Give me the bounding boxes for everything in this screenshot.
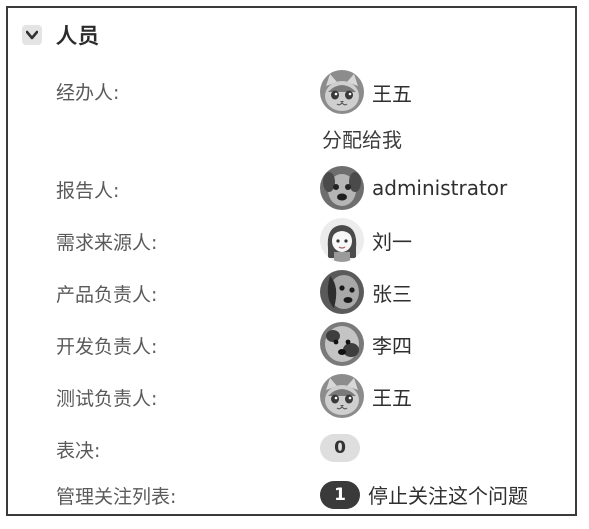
votes-label: 表决: xyxy=(56,440,101,462)
section-title: 人员 xyxy=(56,24,100,48)
girl-avatar-icon xyxy=(320,218,364,262)
dev-owner-label: 开发负责人: xyxy=(56,336,158,358)
product-owner-value[interactable]: 张三 xyxy=(320,270,412,314)
watcher-count-badge[interactable]: 1 xyxy=(320,480,360,509)
cat-avatar-icon xyxy=(320,70,364,114)
votes-value[interactable]: 0 xyxy=(320,434,360,462)
requester-name: 刘一 xyxy=(372,229,412,254)
product-owner-name: 张三 xyxy=(372,281,412,306)
test-owner-label: 测试负责人: xyxy=(56,388,158,410)
watchers-value: 1 停止关注这个问题 xyxy=(320,480,528,509)
assign-to-me-link[interactable]: 分配给我 xyxy=(322,124,402,153)
dev-owner-name: 李四 xyxy=(372,333,412,358)
dog-avatar-icon xyxy=(320,270,364,314)
dog-avatar-icon xyxy=(320,322,364,366)
reporter-label: 报告人: xyxy=(56,180,120,202)
vote-count-badge[interactable]: 0 xyxy=(320,434,360,462)
requester-label: 需求来源人: xyxy=(56,232,158,254)
assignee-label: 经办人: xyxy=(56,82,120,104)
dev-owner-value[interactable]: 李四 xyxy=(320,322,412,366)
test-owner-value[interactable]: 王五 xyxy=(320,374,412,418)
reporter-value[interactable]: administrator xyxy=(320,166,507,210)
reporter-name: administrator xyxy=(372,176,508,200)
requester-value[interactable]: 刘一 xyxy=(320,218,412,262)
assignee-name: 王五 xyxy=(372,81,412,106)
people-panel: 人员 经办人: 王五 分配给我 报告人: administrator 需求来源人… xyxy=(6,6,577,516)
cat-avatar-icon xyxy=(320,374,364,418)
stop-watching-link[interactable]: 停止关注这个问题 xyxy=(368,480,528,509)
product-owner-label: 产品负责人: xyxy=(56,284,158,306)
watchers-label: 管理关注列表: xyxy=(56,486,177,508)
section-header[interactable]: 人员 xyxy=(22,20,100,50)
chevron-down-icon[interactable] xyxy=(22,25,42,45)
test-owner-name: 王五 xyxy=(372,385,412,410)
assignee-value[interactable]: 王五 xyxy=(320,70,412,114)
dog-avatar-icon xyxy=(320,166,364,210)
